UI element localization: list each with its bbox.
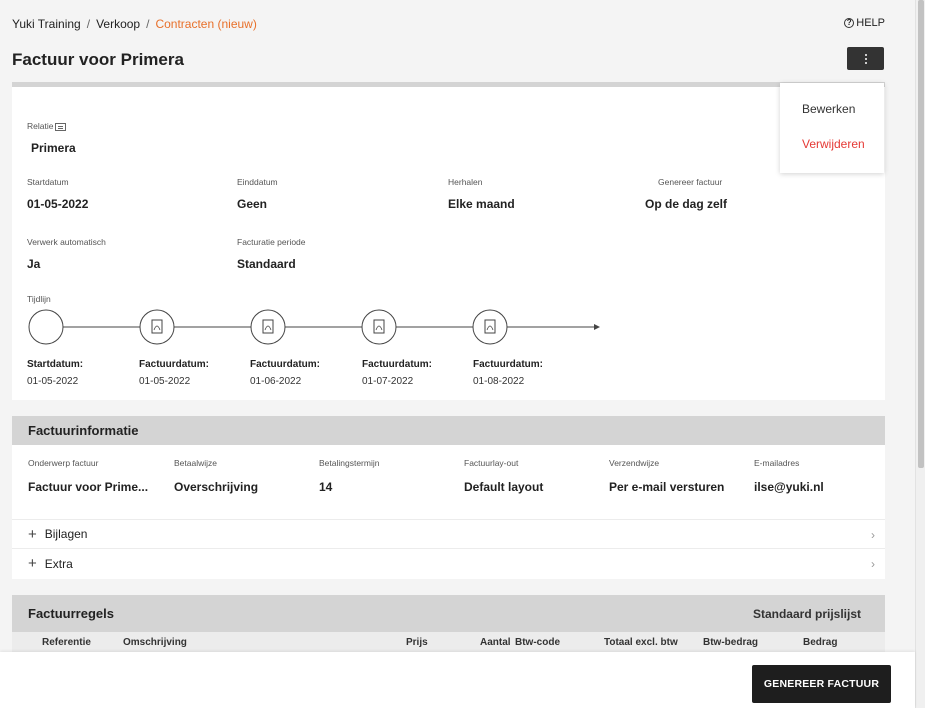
timeline-node-pdf-icon-4 xyxy=(472,309,508,345)
factuurinformatie-section: Factuurinformatie Onderwerp factuur Fact… xyxy=(12,416,885,579)
generate-invoice-button[interactable]: GENEREER FACTUUR xyxy=(752,665,891,703)
column-referentie[interactable]: Referentie xyxy=(42,637,91,648)
timeline-date: 01-07-2022 xyxy=(362,376,414,387)
timeline-date: 01-05-2022 xyxy=(27,376,79,387)
timeline-label: Factuurdatum: xyxy=(250,359,320,370)
timeline-label: Factuurdatum: xyxy=(362,359,432,370)
betaalwijze-label: Betaalwijze xyxy=(174,458,217,468)
onderwerp-value: Factuur voor Prime... xyxy=(28,480,149,494)
timeline-start-circle xyxy=(28,309,64,345)
termijn-label: Betalingstermijn xyxy=(319,458,380,468)
help-label: HELP xyxy=(856,17,885,29)
column-omschrijving[interactable]: Omschrijving xyxy=(123,637,187,648)
table-header: Referentie Omschrijving Prijs Aantal Btw… xyxy=(12,632,885,654)
verzend-value: Per e-mail versturen xyxy=(609,480,725,494)
plus-icon: + xyxy=(28,555,37,572)
plus-icon: + xyxy=(28,525,37,543)
timeline-label: Factuurdatum: xyxy=(473,359,543,370)
more-options-button[interactable] xyxy=(847,47,884,70)
factuurinfo-fields: Onderwerp factuur Factuur voor Prime... … xyxy=(12,445,885,520)
extra-label: Extra xyxy=(44,556,73,571)
layout-value: Default layout xyxy=(464,480,544,494)
kebab-icon xyxy=(864,53,867,64)
timeline-node-pdf-icon-2 xyxy=(250,309,286,345)
page-scrollbar[interactable] xyxy=(915,0,925,708)
column-btwbedrag[interactable]: Btw-bedrag xyxy=(703,637,758,648)
timeline-date: 01-06-2022 xyxy=(250,376,302,387)
timeline-date: 01-08-2022 xyxy=(473,376,525,387)
breadcrumb-separator: / xyxy=(86,17,91,31)
layout-label: Factuurlay-out xyxy=(464,458,519,468)
factuurregels-section: Factuurregels Standaard prijslijst Refer… xyxy=(12,595,885,655)
chevron-right-icon: › xyxy=(871,557,875,571)
breadcrumb-home[interactable]: Yuki Training xyxy=(12,17,81,31)
contract-card: Relatie Primera Startdatum 01-05-2022 Ei… xyxy=(12,82,885,400)
email-label: E-mailadres xyxy=(754,458,800,468)
extra-row[interactable]: + Extra › xyxy=(12,549,885,578)
onderwerp-label: Onderwerp factuur xyxy=(28,458,99,468)
timeline-arrow-icon xyxy=(594,324,600,330)
scrollbar-thumb[interactable] xyxy=(918,0,924,468)
verzend-label: Verzendwijze xyxy=(609,458,660,468)
column-aantal[interactable]: Aantal xyxy=(480,637,511,648)
breadcrumb-section[interactable]: Verkoop xyxy=(96,17,140,31)
question-icon: ? xyxy=(844,18,855,28)
betaalwijze-value: Overschrijving xyxy=(174,480,259,494)
timeline-date: 01-05-2022 xyxy=(139,376,191,387)
termijn-value: 14 xyxy=(319,480,333,494)
pricelist-label[interactable]: Standaard prijslijst xyxy=(753,607,861,621)
section-header: Factuurinformatie xyxy=(12,416,885,445)
breadcrumb: Yuki Training / Verkoop / Contracten (ni… xyxy=(12,17,257,31)
help-link[interactable]: ? HELP xyxy=(844,17,885,29)
column-totaal[interactable]: Totaal excl. btw xyxy=(604,637,678,648)
menu-item-edit[interactable]: Bewerken xyxy=(802,102,855,116)
chevron-right-icon: › xyxy=(871,528,875,542)
menu-item-delete[interactable]: Verwijderen xyxy=(802,137,865,151)
section-header: Factuurregels Standaard prijslijst xyxy=(12,595,885,632)
page-title: Factuur voor Primera xyxy=(12,50,184,69)
bijlagen-label: Bijlagen xyxy=(44,527,88,541)
email-value: ilse@yuki.nl xyxy=(754,480,824,494)
timeline-label: Startdatum: xyxy=(27,359,84,370)
timeline-label: Factuurdatum: xyxy=(139,359,209,370)
column-bedrag[interactable]: Bedrag xyxy=(803,637,837,648)
timeline-graphic xyxy=(28,309,600,345)
timeline-node-pdf-icon-1 xyxy=(139,309,175,345)
section-title: Factuurregels xyxy=(28,606,114,621)
timeline-node-pdf-icon-3 xyxy=(361,309,397,345)
breadcrumb-current: Contracten (nieuw) xyxy=(155,17,257,31)
breadcrumb-separator: / xyxy=(146,17,150,31)
column-prijs[interactable]: Prijs xyxy=(406,637,428,648)
bijlagen-row[interactable]: + Bijlagen › xyxy=(12,520,885,549)
options-menu: Bewerken Verwijderen xyxy=(780,83,884,173)
column-btwcode[interactable]: Btw-code xyxy=(515,637,560,648)
